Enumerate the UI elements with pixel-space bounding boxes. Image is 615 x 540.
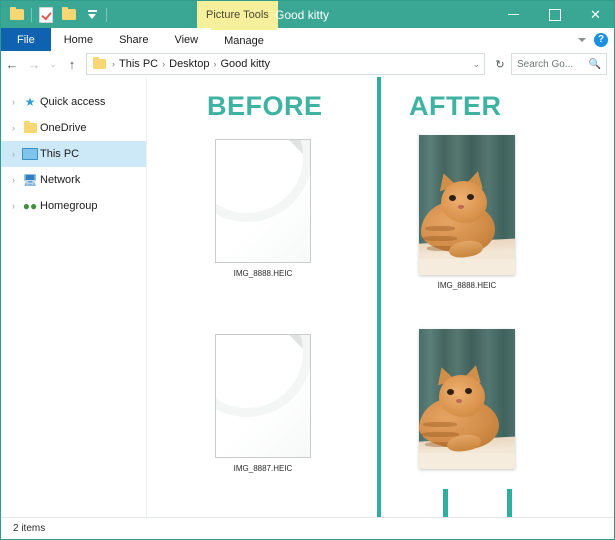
before-after-divider (377, 77, 381, 519)
file-tile[interactable] (405, 329, 529, 469)
quick-access-toolbar (1, 1, 107, 28)
chevron-right-icon[interactable]: › (7, 201, 20, 211)
breadcrumb-dropdown-icon[interactable]: ⌄ (472, 59, 480, 70)
file-tile[interactable]: IMG_8888.HEIC (201, 139, 325, 278)
window-title: Good kitty (275, 7, 330, 22)
breadcrumb-good-kitty[interactable]: Good kitty (218, 58, 272, 70)
breadcrumb[interactable]: › This PC › Desktop › Good kitty ⌄ (86, 53, 485, 75)
sidebar-item-label: Homegroup (40, 200, 98, 212)
recent-locations-button[interactable]: ⌄ (45, 52, 61, 76)
file-name: IMG_8888.HEIC (233, 269, 293, 278)
help-icon[interactable]: ? (594, 32, 608, 47)
minimize-button[interactable] (493, 1, 534, 28)
folder-icon[interactable] (8, 6, 26, 24)
chevron-down-icon[interactable] (578, 37, 586, 42)
toolbar-divider-2 (106, 7, 107, 22)
chevron-right-icon[interactable]: › (7, 149, 20, 159)
sidebar-item-label: This PC (40, 148, 80, 160)
tab-manage[interactable]: Manage (211, 28, 277, 51)
maximize-button[interactable] (534, 1, 575, 28)
before-heading: BEFORE (207, 91, 323, 121)
sidebar-item-label: Quick access (40, 96, 106, 108)
homegroup-icon: ●● (22, 199, 38, 213)
search-input[interactable]: Search Go... 🔍 (511, 53, 607, 75)
tab-home[interactable]: Home (51, 28, 106, 51)
chevron-right-icon[interactable]: › (7, 123, 20, 133)
status-bar: 2 items (1, 517, 614, 539)
back-button[interactable]: ← (1, 52, 23, 76)
blank-file-icon (215, 139, 311, 263)
star-icon: ★ (24, 95, 36, 109)
breadcrumb-separator-0: › (112, 59, 115, 69)
tab-share[interactable]: Share (106, 28, 161, 51)
address-bar: ← → ⌄ ↑ › This PC › Desktop › Good kitty… (1, 51, 614, 77)
breadcrumb-this-pc[interactable]: This PC (117, 58, 160, 70)
file-tile[interactable]: IMG_8888.HEIC (405, 135, 529, 290)
cat-photo-thumbnail (419, 135, 515, 275)
customize-dropdown-icon[interactable] (83, 6, 101, 24)
ribbon-tab-bar: File Home Share View Manage ? (1, 28, 614, 52)
network-icon: 🖥 (22, 173, 38, 187)
breadcrumb-separator-2: › (213, 59, 217, 69)
breadcrumb-desktop[interactable]: Desktop (167, 58, 211, 70)
blank-file-icon (215, 334, 311, 458)
file-explorer-window: Picture Tools Good kitty ✕ File Home Sha… (0, 0, 615, 540)
accent-bar-right (507, 489, 512, 519)
file-name: IMG_8888.HEIC (437, 281, 497, 290)
breadcrumb-separator-1: › (162, 59, 166, 69)
navigation-pane: › ★ Quick access › OneDrive › This PC › … (1, 77, 147, 519)
sidebar-item-this-pc[interactable]: › This PC (1, 141, 146, 167)
new-folder-icon[interactable] (60, 6, 78, 24)
chevron-right-icon[interactable]: › (7, 97, 20, 107)
search-area: Search Go... 🔍 (511, 53, 614, 75)
search-icon[interactable]: 🔍 (589, 59, 601, 70)
folder-icon (20, 121, 40, 133)
file-tile[interactable]: IMG_8887.HEIC (201, 334, 325, 473)
close-button[interactable]: ✕ (575, 1, 614, 28)
computer-icon (20, 148, 40, 160)
file-list-pane[interactable]: BEFORE AFTER IMG_8888.HEIC IMG_8887.HEIC (147, 77, 614, 519)
picture-tools-label: Picture Tools (197, 1, 278, 28)
sidebar-item-label: OneDrive (40, 122, 87, 134)
folder-icon (93, 57, 106, 69)
tab-view[interactable]: View (161, 28, 211, 51)
tab-file[interactable]: File (1, 28, 51, 51)
after-heading: AFTER (409, 91, 502, 121)
refresh-button[interactable]: ↻ (489, 52, 511, 76)
sidebar-item-network[interactable]: › 🖥 Network (1, 167, 146, 193)
cat-photo-thumbnail (419, 329, 515, 469)
search-input-text: Search Go... (517, 58, 574, 70)
sidebar-item-quick-access[interactable]: › ★ Quick access (1, 89, 146, 115)
properties-icon[interactable] (37, 6, 55, 24)
item-count-label: 2 items (13, 523, 46, 534)
toolbar-divider (31, 7, 32, 22)
window-controls: ✕ (493, 1, 614, 28)
title-bar: Picture Tools Good kitty ✕ (1, 1, 614, 28)
explorer-body: › ★ Quick access › OneDrive › This PC › … (1, 77, 614, 519)
forward-button[interactable]: → (23, 52, 45, 76)
file-name: IMG_8887.HEIC (233, 464, 293, 473)
accent-bar-left (443, 489, 448, 519)
ribbon-right-controls: ? (578, 28, 614, 51)
sidebar-item-label: Network (40, 174, 81, 186)
sidebar-item-homegroup[interactable]: › ●● Homegroup (1, 193, 146, 219)
chevron-right-icon[interactable]: › (7, 175, 20, 185)
up-button[interactable]: ↑ (61, 52, 83, 76)
sidebar-item-onedrive[interactable]: › OneDrive (1, 115, 146, 141)
